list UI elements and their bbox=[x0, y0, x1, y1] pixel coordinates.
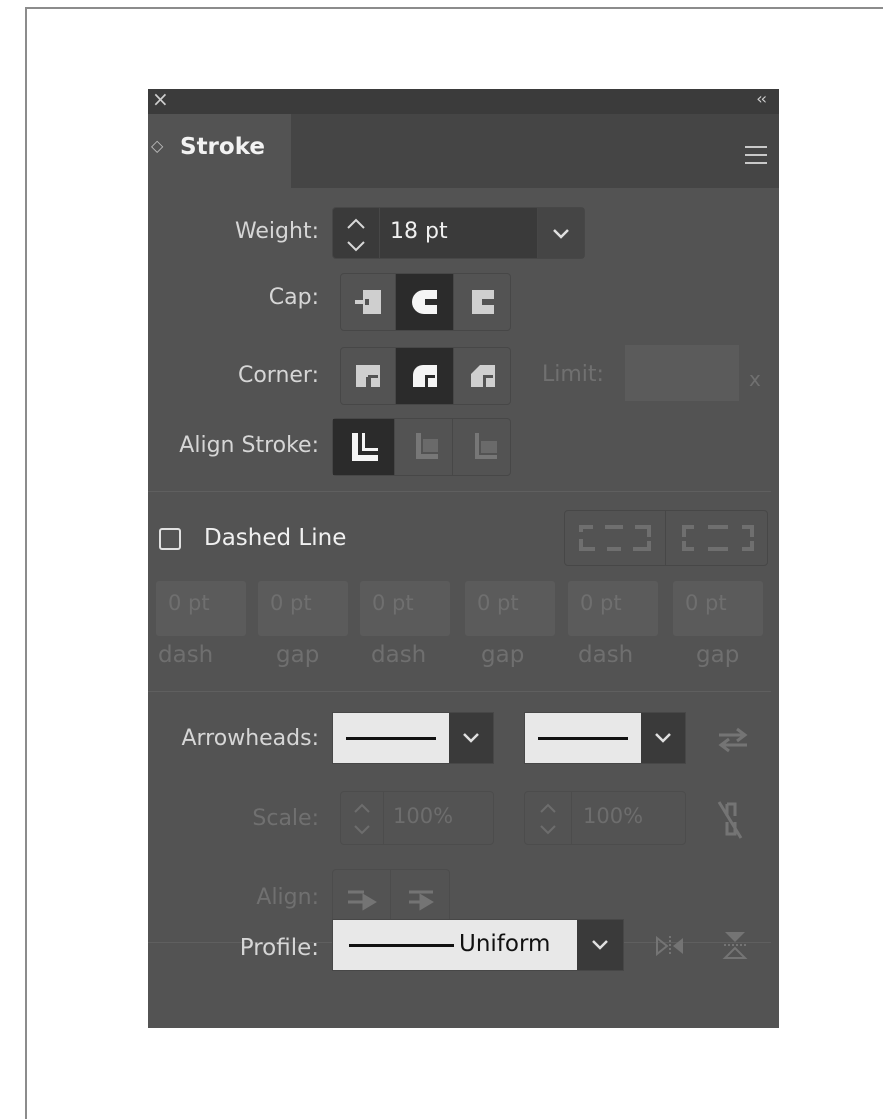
projecting-cap-icon bbox=[472, 290, 494, 314]
dash-2-input[interactable]: 0 pt bbox=[360, 581, 450, 636]
chevron-down-icon bbox=[553, 229, 569, 239]
extend-arrow-tip-button[interactable] bbox=[333, 870, 391, 925]
profile-value: Uniform bbox=[459, 931, 551, 957]
projecting-cap-button[interactable] bbox=[454, 274, 512, 330]
end-scale-field[interactable]: 100% bbox=[524, 791, 686, 845]
cap-label: Cap: bbox=[268, 285, 319, 310]
dash-corners-icon bbox=[681, 525, 754, 551]
corner-label: Corner: bbox=[237, 363, 319, 388]
start-scale-field[interactable]: 100% bbox=[340, 791, 494, 845]
start-scale-value[interactable]: 100% bbox=[393, 804, 453, 828]
tab-options-icon[interactable]: ◇ bbox=[151, 136, 163, 155]
end-scale-stepper[interactable] bbox=[525, 792, 572, 844]
section-divider bbox=[148, 491, 771, 492]
profile-dropdown-button[interactable] bbox=[577, 920, 623, 970]
dashed-line-checkbox[interactable] bbox=[159, 528, 181, 550]
gap-3-label: gap bbox=[696, 642, 740, 668]
weight-dropdown-button[interactable] bbox=[537, 208, 584, 258]
gap-1-label: gap bbox=[276, 642, 320, 668]
dash-3-input[interactable]: 0 pt bbox=[568, 581, 658, 636]
arrowheads-label: Arrowheads: bbox=[181, 726, 319, 751]
dash-1-label: dash bbox=[158, 642, 214, 668]
collapse-panel-icon[interactable]: ‹‹ bbox=[756, 89, 767, 108]
dash-align-corners-button[interactable] bbox=[666, 511, 769, 565]
profile-select[interactable]: Uniform bbox=[332, 919, 624, 971]
butt-cap-button[interactable] bbox=[341, 274, 396, 330]
weight-value[interactable]: 18 pt bbox=[390, 219, 448, 244]
dash-2-label: dash bbox=[371, 642, 427, 668]
chevron-down-icon bbox=[592, 940, 608, 950]
align-stroke-inside-button[interactable] bbox=[395, 419, 453, 475]
limit-input[interactable] bbox=[625, 345, 739, 401]
bevel-join-icon bbox=[471, 365, 495, 387]
place-arrow-tip-button[interactable] bbox=[391, 870, 451, 925]
panel-title: Stroke bbox=[180, 134, 265, 160]
arrow-extend-icon bbox=[347, 890, 377, 911]
swap-arrowheads-icon[interactable] bbox=[715, 725, 751, 755]
arrowhead-none-line bbox=[346, 737, 436, 740]
panel-menu-icon[interactable] bbox=[745, 146, 767, 170]
align-stroke-label: Align Stroke: bbox=[179, 433, 319, 458]
end-arrowhead-dropdown[interactable] bbox=[641, 713, 685, 763]
stepper-arrows-icon bbox=[347, 218, 365, 252]
start-arrowhead-select[interactable] bbox=[332, 712, 494, 764]
miter-join-button[interactable] bbox=[341, 348, 396, 404]
cap-button-group bbox=[340, 273, 511, 331]
arrowhead-none-line bbox=[538, 737, 628, 740]
align-outside-icon bbox=[474, 433, 497, 459]
align-center-icon bbox=[351, 433, 378, 461]
gap-1-input[interactable]: 0 pt bbox=[258, 581, 348, 636]
flip-across-icon[interactable] bbox=[722, 930, 748, 960]
arrow-place-icon bbox=[409, 890, 434, 911]
round-join-button[interactable] bbox=[396, 348, 454, 404]
align-inside-icon bbox=[415, 433, 438, 459]
panel-titlebar: × ‹‹ bbox=[148, 87, 779, 114]
weight-field[interactable]: 18 pt bbox=[332, 207, 585, 259]
dash-exact-icon bbox=[579, 525, 651, 551]
profile-preview-line bbox=[349, 944, 454, 947]
align-stroke-center-button[interactable] bbox=[333, 419, 395, 475]
dashed-line-label: Dashed Line bbox=[204, 525, 347, 551]
start-scale-stepper[interactable] bbox=[341, 792, 384, 844]
corner-button-group bbox=[340, 347, 511, 405]
chevron-down-icon bbox=[655, 733, 671, 743]
tab-stroke[interactable]: ◇ Stroke bbox=[148, 114, 291, 188]
align-stroke-button-group bbox=[332, 418, 511, 476]
align-stroke-outside-button[interactable] bbox=[453, 419, 512, 475]
chevron-down-icon bbox=[463, 733, 479, 743]
weight-stepper[interactable] bbox=[333, 208, 380, 258]
panel-tab-row: ◇ Stroke bbox=[148, 114, 779, 188]
stepper-arrows-icon bbox=[540, 803, 556, 835]
link-scale-icon[interactable] bbox=[715, 798, 745, 842]
profile-label: Profile: bbox=[239, 935, 319, 961]
end-scale-value[interactable]: 100% bbox=[583, 804, 643, 828]
bevel-join-button[interactable] bbox=[454, 348, 512, 404]
limit-label: Limit: bbox=[542, 362, 604, 387]
miter-join-icon bbox=[356, 365, 380, 387]
round-cap-icon bbox=[411, 290, 437, 314]
limit-unit: x bbox=[749, 367, 761, 391]
dash-alignment-group bbox=[564, 510, 768, 566]
section-divider bbox=[148, 691, 771, 692]
weight-label: Weight: bbox=[234, 219, 319, 244]
dash-3-label: dash bbox=[578, 642, 634, 668]
scale-label: Scale: bbox=[252, 806, 319, 831]
dash-preserve-button[interactable] bbox=[565, 511, 666, 565]
stepper-arrows-icon bbox=[354, 803, 370, 835]
flip-along-icon[interactable] bbox=[655, 934, 685, 958]
dash-1-input[interactable]: 0 pt bbox=[156, 581, 246, 636]
close-icon[interactable]: × bbox=[152, 87, 169, 111]
arrow-align-group bbox=[332, 869, 450, 926]
stroke-panel: × ‹‹ ◇ Stroke Weight: 18 pt Cap: Corner:… bbox=[148, 87, 779, 1028]
round-cap-button[interactable] bbox=[396, 274, 454, 330]
gap-2-input[interactable]: 0 pt bbox=[465, 581, 555, 636]
align-label: Align: bbox=[256, 885, 319, 910]
start-arrowhead-dropdown[interactable] bbox=[449, 713, 493, 763]
round-join-icon bbox=[412, 365, 437, 387]
gap-2-label: gap bbox=[481, 642, 525, 668]
butt-cap-icon bbox=[355, 290, 381, 314]
end-arrowhead-select[interactable] bbox=[524, 712, 686, 764]
gap-3-input[interactable]: 0 pt bbox=[673, 581, 763, 636]
